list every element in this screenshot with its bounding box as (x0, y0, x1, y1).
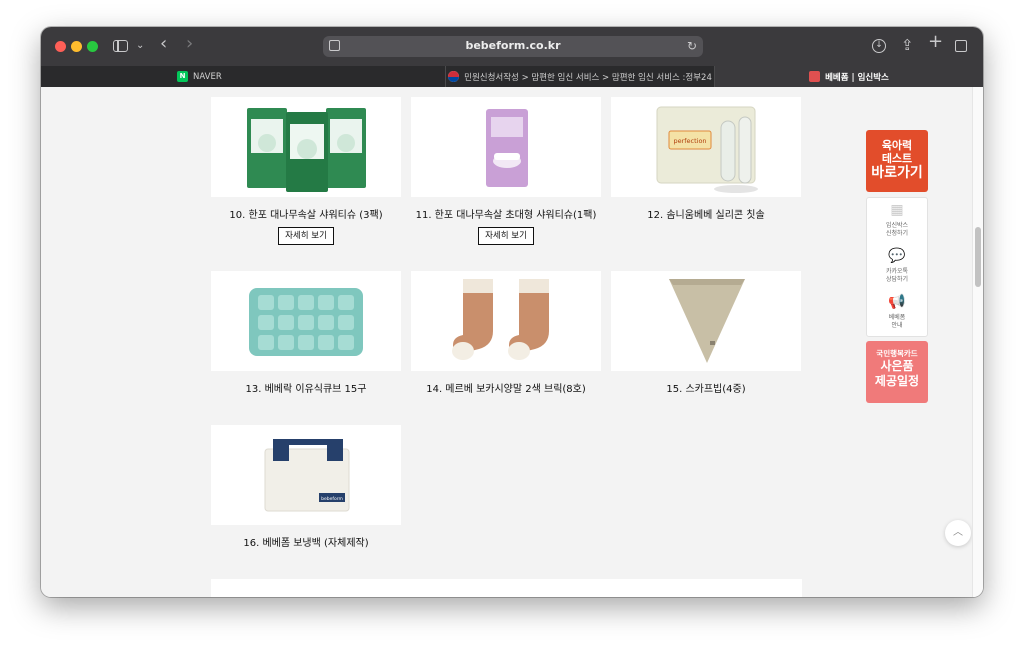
chevron-up-icon: ︿ (953, 527, 963, 538)
tab-overview-icon[interactable] (955, 40, 967, 52)
quick-menu: ▦ 임신박스 신청하기 💬 카카오톡 상담하기 📢 베베폼 안내 (866, 197, 928, 337)
menu-text: 상담하기 (885, 276, 909, 283)
product-image-silicone-toothbrush[interactable]: perfection (611, 97, 801, 197)
perfection-brand-text: perfection (673, 137, 706, 145)
parenting-test-banner[interactable]: 육아력 테스트 바로가기 (866, 130, 928, 192)
product-name: 14. 메르베 보카시양말 2색 브릭(8호) (426, 384, 586, 395)
banner-text: 제공일정 (874, 374, 920, 388)
menu-text: 베베폼 (888, 314, 906, 321)
tab-label: 베베폼 | 임신박스 (825, 72, 889, 83)
naver-favicon-icon: N (177, 71, 188, 82)
page-content: 10. 한포 대나무속살 샤워티슈 (3팩) 자세히 보기 11. 한포 대나무… (41, 87, 983, 597)
browser-toolbar: ⌄ ‹ › bebeform.co.kr ↻ ↓ ⇪ + (41, 27, 983, 66)
quick-menu-kakao-chat[interactable]: 💬 카카오톡 상담하기 (867, 244, 927, 290)
menu-text: 신청하기 (885, 230, 909, 237)
product-image-scarf-bib[interactable] (611, 271, 801, 371)
tab-naver[interactable]: N NAVER (41, 66, 446, 87)
banner-text: 육아력 (881, 139, 913, 152)
reload-icon[interactable]: ↻ (687, 39, 697, 53)
product-name: 13. 베베락 이유식큐브 15구 (245, 384, 367, 395)
share-icon[interactable]: ⇪ (901, 38, 914, 53)
box-icon: ▦ (890, 202, 904, 218)
product-card-14[interactable]: 14. 메르베 보카시양말 2색 브릭(8호) (411, 271, 601, 395)
banner-text: 테스트 (881, 152, 913, 165)
banner-text: 사은품 (880, 359, 914, 373)
address-text: bebeform.co.kr (465, 39, 561, 52)
silicone-toothbrush-illustration: perfection (656, 106, 758, 193)
product-name: 10. 한포 대나무속살 샤워티슈 (3팩) (229, 210, 383, 221)
next-section-panel (211, 579, 802, 597)
banner-text: 국민행복카드 (876, 349, 918, 358)
scroll-to-top-button[interactable]: ︿ (945, 520, 971, 546)
sidebar-toggle-icon[interactable] (113, 40, 128, 52)
scrollbar[interactable] (972, 87, 983, 597)
menu-text: 임신박스 (885, 222, 909, 229)
product-card-13[interactable]: 13. 베베락 이유식큐브 15구 (211, 271, 401, 395)
banner-text: 바로가기 (871, 165, 923, 181)
baby-socks-illustration (452, 279, 549, 360)
product-image-cooler-bag[interactable]: bebeform (211, 425, 401, 525)
product-card-16[interactable]: bebeform 16. 베베폼 보냉백 (자체제작) (211, 425, 401, 549)
product-name: 16. 베베폼 보냉백 (자체제작) (243, 538, 369, 549)
gov-favicon-icon (448, 71, 460, 82)
view-details-button[interactable]: 자세히 보기 (478, 227, 534, 245)
new-tab-icon[interactable]: + (928, 33, 943, 51)
tab-label: NAVER (193, 71, 222, 82)
food-cube-tray-illustration (249, 288, 363, 356)
tissue-3pack-illustration (247, 108, 366, 192)
product-name: 11. 한포 대나무속살 초대형 샤워티슈(1팩) (415, 210, 597, 221)
download-icon[interactable]: ↓ (872, 39, 886, 53)
product-image-shower-tissue-large[interactable] (411, 97, 601, 197)
close-window-button[interactable] (55, 41, 66, 52)
product-image-shower-tissue-3pack[interactable] (211, 97, 401, 197)
megaphone-icon: 📢 (888, 294, 906, 310)
product-name: 12. 솜니움베베 실리콘 칫솔 (647, 210, 765, 221)
chevron-down-icon[interactable]: ⌄ (136, 39, 144, 53)
minimize-window-button[interactable] (71, 41, 82, 52)
scarf-bib-illustration (669, 279, 745, 363)
tab-bar: N NAVER 민원신청서작성 > 맘편한 임신 서비스 > 맘편한 임신 서비… (41, 66, 983, 87)
product-name: 15. 스카프빕(4중) (666, 384, 746, 395)
happiness-card-banner[interactable]: 국민행복카드 사은품 제공일정 (866, 341, 928, 403)
forward-icon[interactable]: › (186, 35, 193, 53)
tab-gov24[interactable]: 민원신청서작성 > 맘편한 임신 서비스 > 맘편한 임신 서비스 :정부24 (446, 66, 715, 87)
cooler-bag-illustration: bebeform (264, 439, 350, 512)
product-card-15[interactable]: 15. 스카프빕(4중) (611, 271, 801, 395)
product-image-food-cube-tray[interactable] (211, 271, 401, 371)
product-image-baby-socks[interactable] (411, 271, 601, 371)
browser-window: ⌄ ‹ › bebeform.co.kr ↻ ↓ ⇪ + N NAVER 민원신… (41, 27, 983, 597)
scrollbar-thumb[interactable] (975, 227, 981, 287)
bebeform-bag-label: bebeform (321, 496, 343, 502)
bebeform-favicon-icon (809, 71, 821, 82)
address-bar[interactable]: bebeform.co.kr ↻ (323, 36, 703, 57)
quick-menu-bebeform-info[interactable]: 📢 베베폼 안내 (867, 290, 927, 336)
quick-menu-apply-box[interactable]: ▦ 임신박스 신청하기 (867, 198, 927, 244)
tissue-large-illustration (486, 109, 528, 187)
tab-bebeform[interactable]: 베베폼 | 임신박스 (715, 66, 983, 87)
tab-label: 민원신청서작성 > 맘편한 임신 서비스 > 맘편한 임신 서비스 :정부24 (464, 72, 712, 83)
menu-text: 안내 (891, 322, 903, 329)
chat-icon: 💬 (888, 248, 906, 264)
product-card-12[interactable]: perfection 12. 솜니움베베 실리콘 칫솔 (611, 97, 801, 221)
view-details-button[interactable]: 자세히 보기 (278, 227, 334, 245)
product-card-10[interactable]: 10. 한포 대나무속살 샤워티슈 (3팩) 자세히 보기 (211, 97, 401, 245)
maximize-window-button[interactable] (87, 41, 98, 52)
menu-text: 카카오톡 (885, 268, 909, 275)
back-icon[interactable]: ‹ (160, 35, 167, 53)
product-card-11[interactable]: 11. 한포 대나무속살 초대형 샤워티슈(1팩) 자세히 보기 (411, 97, 601, 245)
